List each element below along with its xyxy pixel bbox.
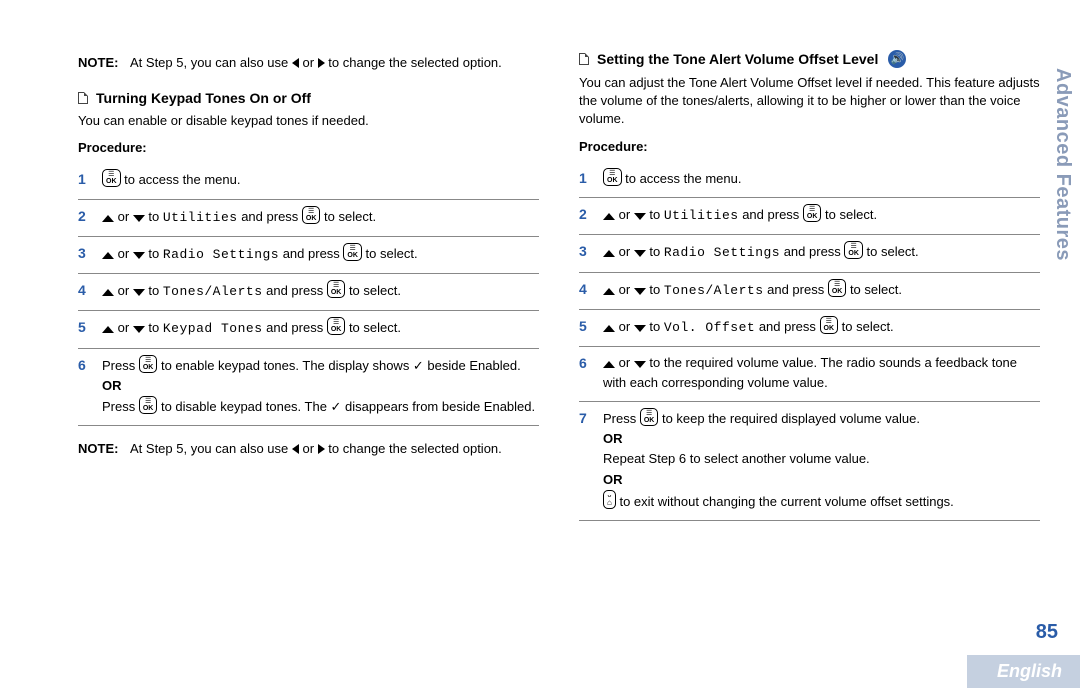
- step-6: 6 Press ☰OK to enable keypad tones. The …: [78, 349, 539, 426]
- note: NOTE: At Step 5, you can also use or to …: [78, 440, 539, 458]
- document-icon: [78, 92, 88, 104]
- down-arrow-icon: [634, 213, 646, 220]
- note-label: NOTE:: [78, 54, 130, 72]
- side-tab: Advanced Features: [1045, 60, 1080, 269]
- step-1: 1 ☰OK to access the menu.: [78, 163, 539, 200]
- note-body: At Step 5, you can also use or to change…: [130, 54, 539, 72]
- ok-button-icon: ☰OK: [139, 396, 158, 414]
- step-5: 5 or to Vol. Offset and press ☰OK to sel…: [579, 310, 1040, 347]
- document-icon: [579, 53, 589, 65]
- step-7: 7 Press ☰OK to keep the required display…: [579, 402, 1040, 521]
- step-2: 2 or to Utilities and press ☰OK to selec…: [579, 198, 1040, 235]
- ok-button-icon: ☰OK: [844, 241, 863, 259]
- ok-button-icon: ☰OK: [820, 316, 839, 334]
- up-arrow-icon: [603, 213, 615, 220]
- ok-button-icon: ☰OK: [327, 280, 346, 298]
- right-column: Setting the Tone Alert Volume Offset Lev…: [579, 50, 1040, 521]
- left-column: NOTE: At Step 5, you can also use or to …: [78, 50, 539, 521]
- section-intro: You can enable or disable keypad tones i…: [78, 112, 539, 130]
- down-arrow-icon: [133, 289, 145, 296]
- up-arrow-icon: [102, 289, 114, 296]
- right-arrow-icon: [318, 444, 325, 454]
- step-2: 2 or to Utilities and press ☰OK to selec…: [78, 200, 539, 237]
- up-arrow-icon: [102, 252, 114, 259]
- note-label: NOTE:: [78, 440, 130, 458]
- section-intro: You can adjust the Tone Alert Volume Off…: [579, 74, 1040, 129]
- down-arrow-icon: [634, 325, 646, 332]
- step-3: 3 or to Radio Settings and press ☰OK to …: [78, 237, 539, 274]
- step-1: 1 ☰OK to access the menu.: [579, 162, 1040, 199]
- step-4: 4 or to Tones/Alerts and press ☰OK to se…: [579, 273, 1040, 310]
- ok-button-icon: ☰OK: [102, 169, 121, 187]
- ok-button-icon: ☰OK: [327, 317, 346, 335]
- section-heading: Setting the Tone Alert Volume Offset Lev…: [579, 50, 1040, 68]
- right-arrow-icon: [318, 58, 325, 68]
- left-arrow-icon: [292, 58, 299, 68]
- up-arrow-icon: [603, 288, 615, 295]
- up-arrow-icon: [102, 326, 114, 333]
- ok-button-icon: ☰OK: [640, 408, 659, 426]
- speaker-icon: 🔊: [888, 50, 906, 68]
- home-button-icon: ᴗ⌂: [603, 490, 616, 509]
- ok-button-icon: ☰OK: [139, 355, 158, 373]
- down-arrow-icon: [133, 326, 145, 333]
- up-arrow-icon: [603, 361, 615, 368]
- ok-button-icon: ☰OK: [828, 279, 847, 297]
- down-arrow-icon: [634, 361, 646, 368]
- step-6: 6 or to the required volume value. The r…: [579, 347, 1040, 402]
- note-body: At Step 5, you can also use or to change…: [130, 440, 539, 458]
- left-arrow-icon: [292, 444, 299, 454]
- up-arrow-icon: [603, 250, 615, 257]
- down-arrow-icon: [634, 288, 646, 295]
- step-4: 4 or to Tones/Alerts and press ☰OK to se…: [78, 274, 539, 311]
- language-tab: English: [967, 655, 1080, 688]
- note: NOTE: At Step 5, you can also use or to …: [78, 54, 539, 72]
- ok-button-icon: ☰OK: [603, 168, 622, 186]
- procedure-label: Procedure:: [78, 140, 539, 155]
- up-arrow-icon: [603, 325, 615, 332]
- up-arrow-icon: [102, 215, 114, 222]
- down-arrow-icon: [634, 250, 646, 257]
- ok-button-icon: ☰OK: [343, 243, 362, 261]
- step-3: 3 or to Radio Settings and press ☰OK to …: [579, 235, 1040, 272]
- section-heading: Turning Keypad Tones On or Off: [78, 90, 539, 106]
- down-arrow-icon: [133, 252, 145, 259]
- step-5: 5 or to Keypad Tones and press ☰OK to se…: [78, 311, 539, 348]
- page-number: 85: [1036, 621, 1058, 644]
- ok-button-icon: ☰OK: [803, 204, 822, 222]
- ok-button-icon: ☰OK: [302, 206, 321, 224]
- down-arrow-icon: [133, 215, 145, 222]
- procedure-label: Procedure:: [579, 139, 1040, 154]
